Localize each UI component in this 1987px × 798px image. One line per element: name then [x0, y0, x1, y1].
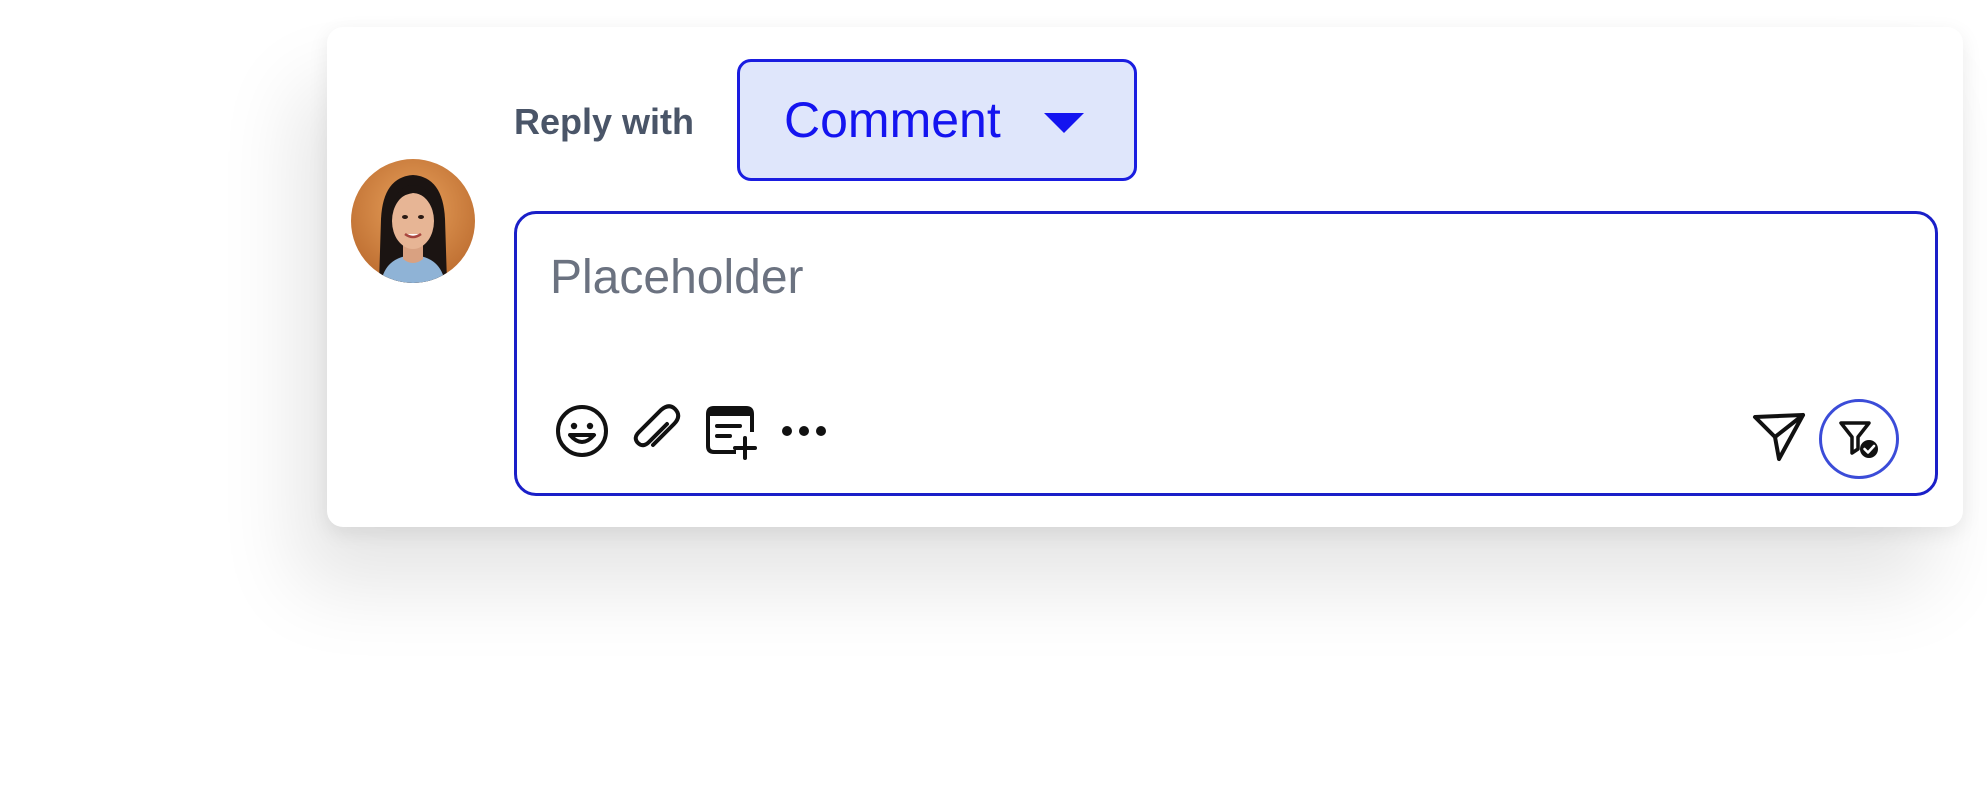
caret-down-icon [1044, 113, 1084, 133]
comment-composer [514, 211, 1938, 496]
more-icon[interactable] [775, 402, 833, 460]
filter-check-icon [1839, 421, 1878, 458]
filter-check-button[interactable] [1819, 399, 1899, 479]
reply-card: Reply with Comment [327, 27, 1963, 527]
avatar-image [351, 159, 475, 283]
avatar [351, 159, 475, 283]
comment-input[interactable] [550, 250, 1850, 330]
reply-mode-dropdown[interactable]: Comment [737, 59, 1137, 181]
emoji-icon[interactable] [553, 402, 611, 460]
reply-with-label: Reply with [514, 101, 695, 142]
reply-mode-selected: Comment [784, 92, 1001, 148]
send-icon[interactable] [1749, 407, 1809, 467]
note-add-icon[interactable] [702, 402, 760, 460]
paperclip-icon[interactable] [627, 402, 685, 460]
